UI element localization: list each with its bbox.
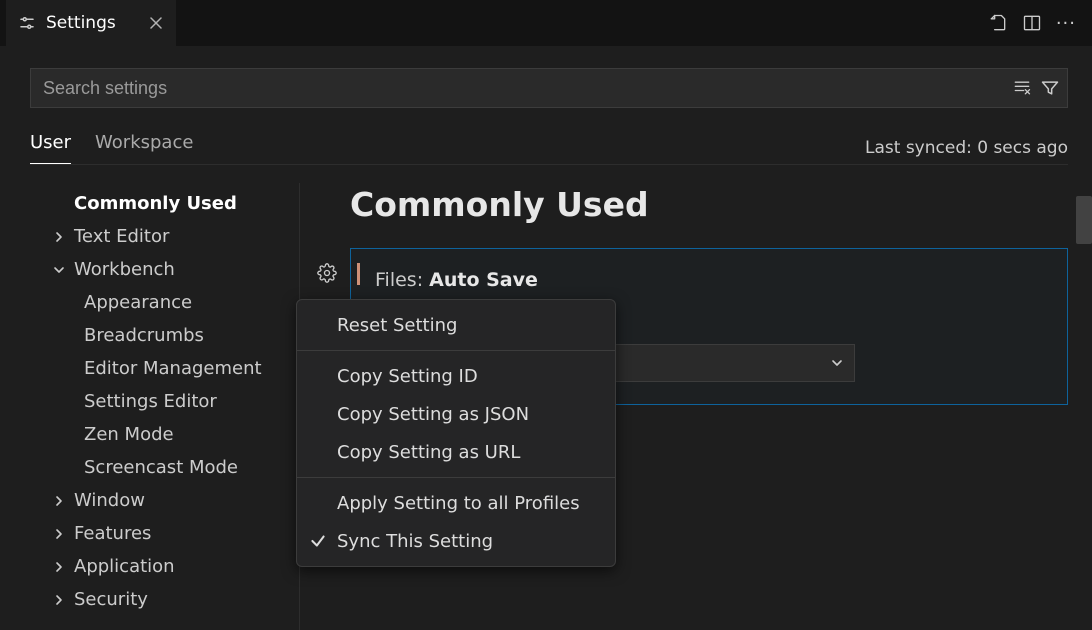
sidebar-item-security[interactable]: Security	[50, 583, 299, 616]
menu-separator	[297, 477, 615, 478]
chevron-right-icon	[50, 558, 68, 576]
tab-user[interactable]: User	[30, 132, 71, 164]
chevron-down-icon	[829, 344, 845, 382]
titlebar: Settings ···	[0, 0, 1092, 46]
scope-row: User Workspace Last synced: 0 secs ago	[30, 132, 1068, 164]
search-row	[30, 68, 1068, 108]
section-title: Commonly Used	[350, 185, 1068, 224]
modified-indicator	[357, 263, 360, 285]
sidebar-item-application[interactable]: Application	[50, 550, 299, 583]
setting-title: Files: Auto Save	[375, 269, 1043, 291]
sidebar-item-appearance[interactable]: Appearance	[50, 286, 299, 319]
sidebar-item-window[interactable]: Window	[50, 484, 299, 517]
sidebar-item-zen-mode[interactable]: Zen Mode	[50, 418, 299, 451]
chevron-right-icon	[50, 492, 68, 510]
split-editor-icon[interactable]	[1022, 13, 1042, 33]
sidebar-item-settings-editor[interactable]: Settings Editor	[50, 385, 299, 418]
settings-sliders-icon	[18, 14, 36, 32]
gear-icon[interactable]	[315, 261, 339, 285]
chevron-down-icon	[50, 261, 68, 279]
tab-title: Settings	[46, 13, 116, 33]
divider	[30, 164, 1068, 165]
search-input[interactable]	[30, 68, 1068, 108]
scrollbar[interactable]	[1076, 196, 1092, 244]
chevron-right-icon	[50, 228, 68, 246]
more-actions-icon[interactable]: ···	[1056, 13, 1076, 34]
open-changes-icon[interactable]	[988, 13, 1008, 33]
clear-search-icon[interactable]	[1012, 78, 1032, 98]
sidebar-item-commonly-used[interactable]: Commonly Used	[50, 187, 299, 220]
chevron-right-icon	[50, 591, 68, 609]
settings-tree: Commonly Used Text Editor Workbench Appe…	[30, 183, 300, 630]
sidebar-item-editor-management[interactable]: Editor Management	[50, 352, 299, 385]
tab-settings[interactable]: Settings	[6, 0, 176, 46]
chevron-right-icon	[50, 525, 68, 543]
sync-status: Last synced: 0 secs ago	[865, 138, 1068, 158]
sidebar-item-workbench[interactable]: Workbench	[50, 253, 299, 286]
setting-context-menu: Reset Setting Copy Setting ID Copy Setti…	[296, 299, 616, 567]
menu-separator	[297, 350, 615, 351]
sidebar-item-features[interactable]: Features	[50, 517, 299, 550]
sidebar-item-text-editor[interactable]: Text Editor	[50, 220, 299, 253]
menu-reset-setting[interactable]: Reset Setting	[297, 306, 615, 344]
menu-copy-setting-url[interactable]: Copy Setting as URL	[297, 433, 615, 471]
check-icon	[309, 532, 327, 550]
filter-icon[interactable]	[1040, 78, 1060, 98]
menu-copy-setting-json[interactable]: Copy Setting as JSON	[297, 395, 615, 433]
sidebar-item-screencast-mode[interactable]: Screencast Mode	[50, 451, 299, 484]
editor-actions: ···	[988, 13, 1086, 34]
setting-category: Files:	[375, 269, 429, 291]
tab-workspace[interactable]: Workspace	[95, 132, 193, 164]
sidebar-item-breadcrumbs[interactable]: Breadcrumbs	[50, 319, 299, 352]
close-icon[interactable]	[148, 15, 164, 31]
menu-copy-setting-id[interactable]: Copy Setting ID	[297, 357, 615, 395]
setting-name: Auto Save	[429, 269, 538, 291]
menu-sync-this-setting[interactable]: Sync This Setting	[297, 522, 615, 560]
menu-apply-all-profiles[interactable]: Apply Setting to all Profiles	[297, 484, 615, 522]
